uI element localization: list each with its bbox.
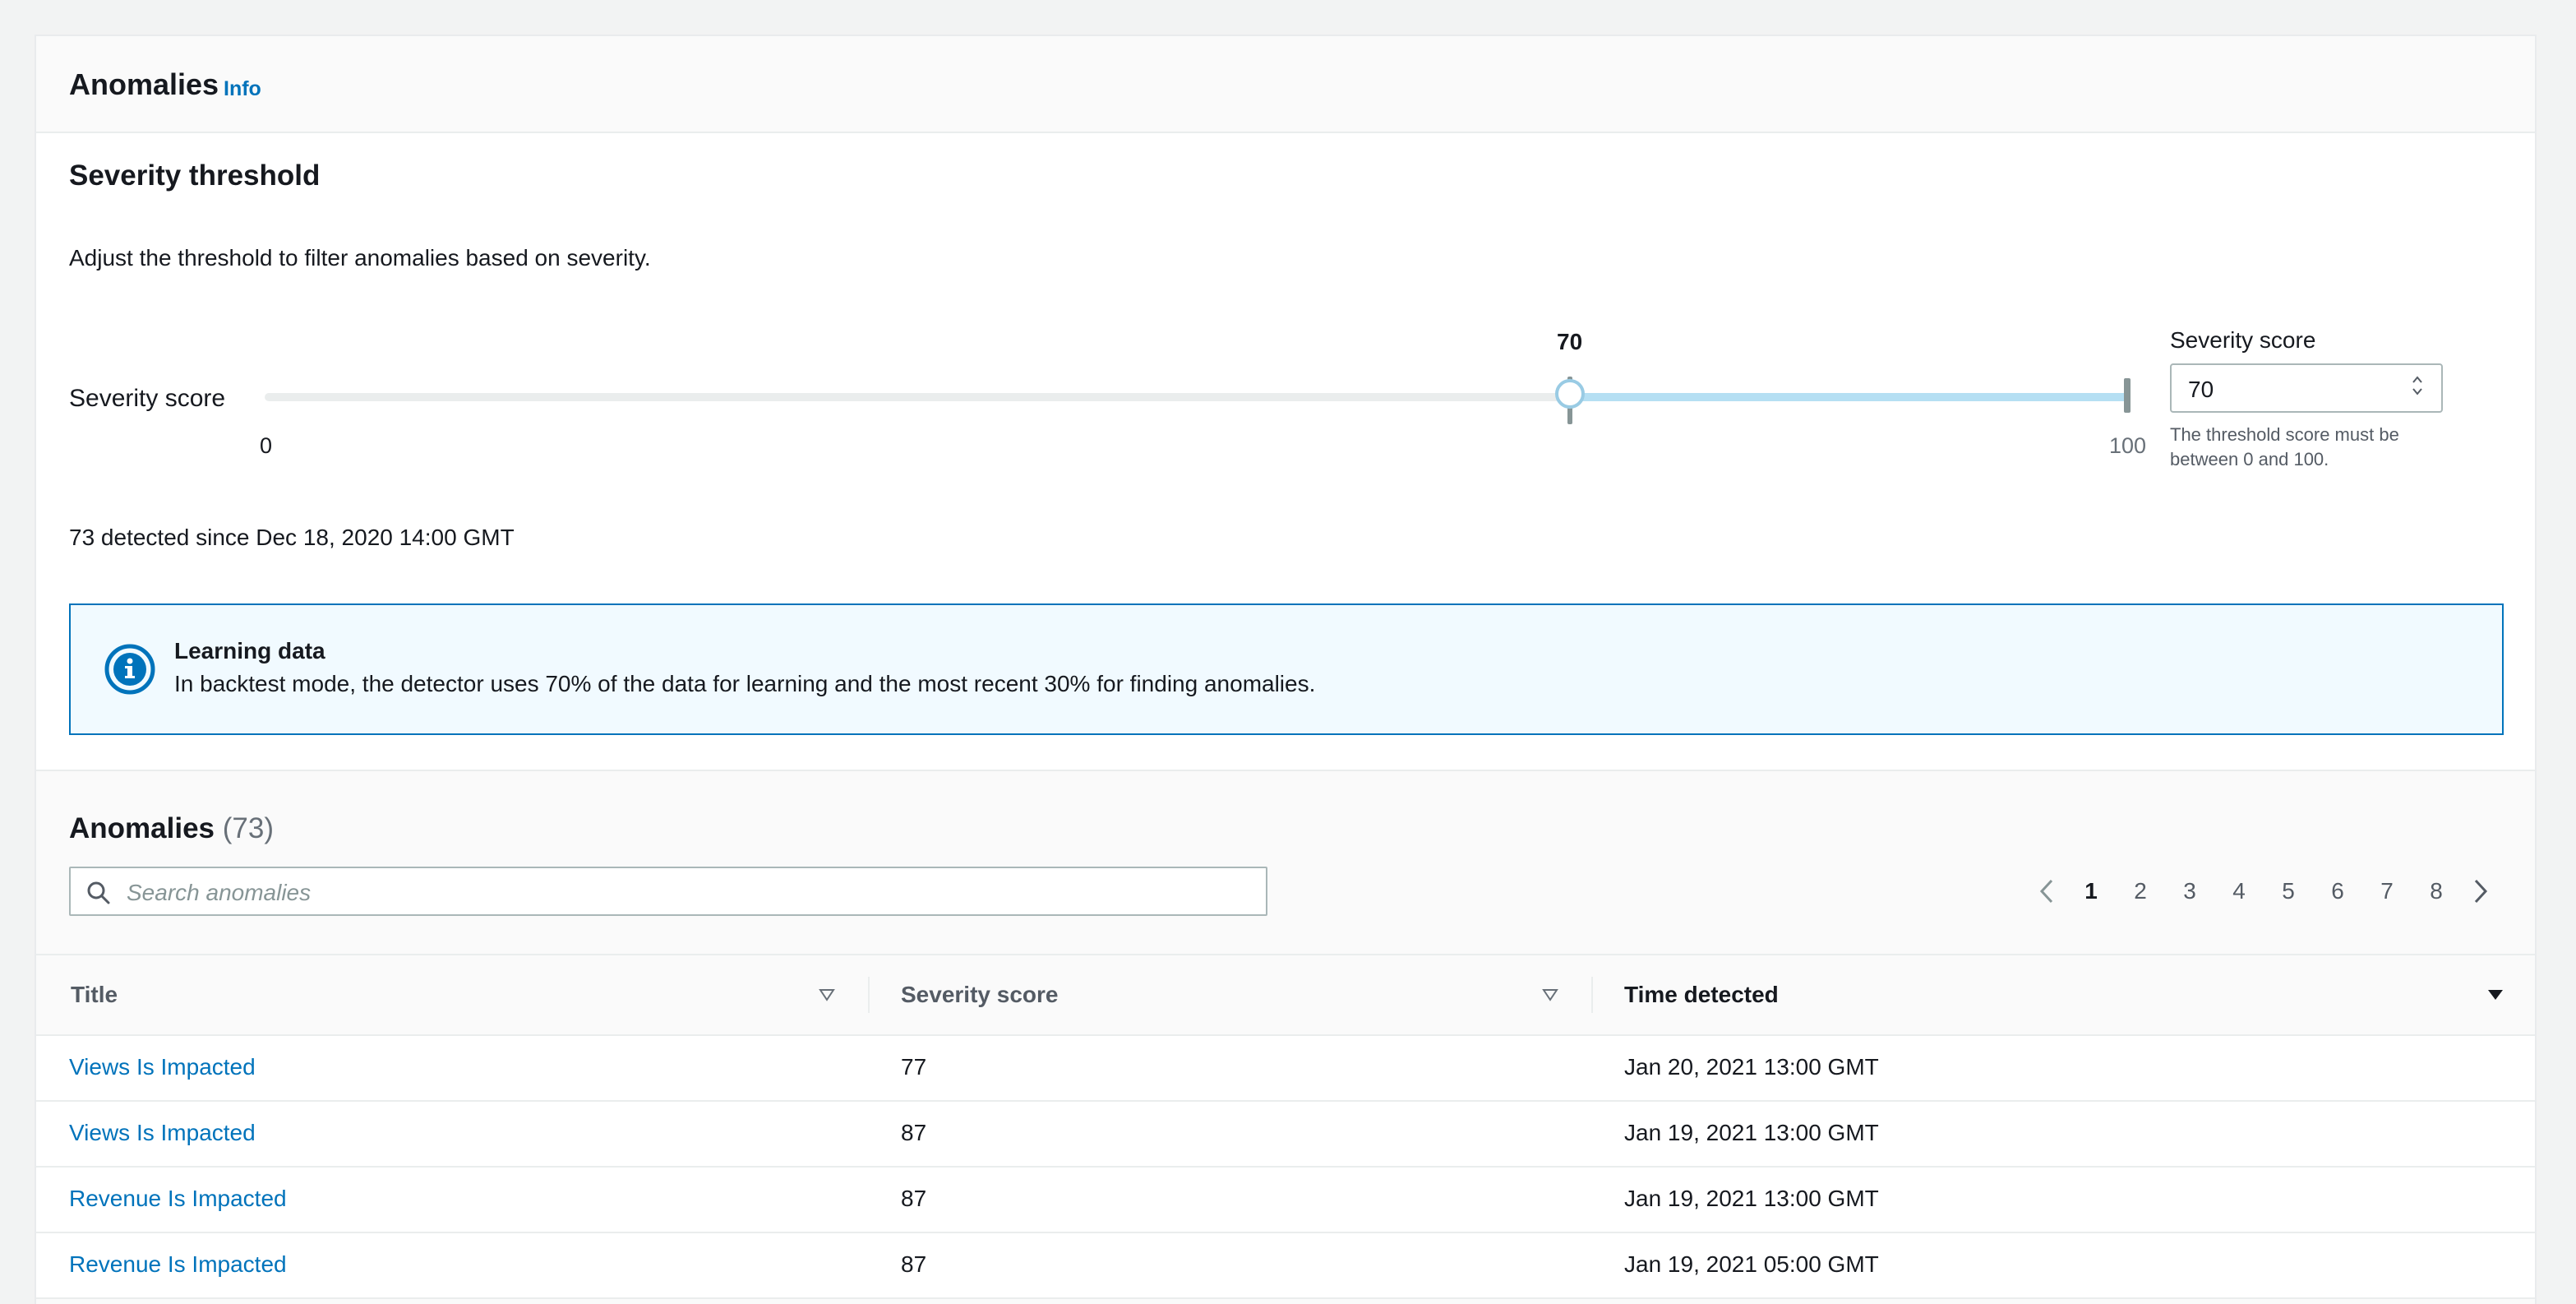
time-detected-cell: Jan 19, 2021 05:00 GMT [1624, 1251, 1879, 1277]
slider-thumb[interactable] [1554, 379, 1585, 409]
anomaly-title-link[interactable]: Views Is Impacted [69, 1120, 256, 1146]
table-row: Views Is Impacted 87 Jan 19, 2021 13:00 … [36, 1102, 2535, 1168]
search-input[interactable]: Search anomalies [69, 867, 1267, 916]
search-placeholder: Search anomalies [127, 880, 312, 905]
severity-score-cell: 87 [901, 1120, 927, 1145]
page-1[interactable]: 1 [2066, 868, 2116, 914]
alert-title: Learning data [174, 638, 325, 664]
anomalies-table-container: Anomalies (73) Search anomalies 1 2 3 4 … [36, 770, 2535, 1304]
table-heading-title: Anomalies [69, 812, 215, 844]
column-header-severity-score[interactable]: Severity score [901, 955, 1058, 1034]
anomaly-title-link[interactable]: Revenue Is Impacted [69, 1186, 287, 1212]
table-body: Views Is Impacted 77 Jan 20, 2021 13:00 … [36, 1036, 2535, 1299]
pagination: 1 2 3 4 5 6 7 8 [2027, 868, 2500, 914]
time-detected-cell: Jan 19, 2021 13:00 GMT [1624, 1186, 1879, 1211]
page-6[interactable]: 6 [2313, 868, 2362, 914]
table-header: Title Severity score Time detected [36, 954, 2535, 1036]
table-row: Revenue Is Impacted 87 Jan 19, 2021 13:0… [36, 1168, 2535, 1233]
chevron-right-icon[interactable] [2461, 868, 2500, 914]
slider-value-label: 70 [1557, 329, 1583, 354]
sort-icon[interactable] [817, 985, 837, 1005]
page-4[interactable]: 4 [2214, 868, 2264, 914]
page-5[interactable]: 5 [2264, 868, 2313, 914]
slider-end-mark [2124, 378, 2131, 413]
severity-score-input[interactable]: 70 [2170, 363, 2443, 413]
severity-threshold-description: Adjust the threshold to filter anomalies… [69, 245, 651, 271]
page-8[interactable]: 8 [2412, 868, 2461, 914]
slider-label: Severity score [69, 385, 226, 412]
search-icon [85, 880, 112, 906]
anomalies-panel: Anomalies Info Severity threshold Adjust… [35, 35, 2537, 1304]
column-divider [1591, 977, 1593, 1013]
alert-body: In backtest mode, the detector uses 70% … [174, 671, 1316, 696]
table-heading-count: (73) [222, 812, 274, 844]
score-input-label: Severity score [2170, 327, 2316, 353]
slider-max-label: 100 [2109, 433, 2147, 458]
time-detected-cell: Jan 20, 2021 13:00 GMT [1624, 1054, 1879, 1080]
column-header-time-detected[interactable]: Time detected [1624, 955, 1779, 1034]
info-icon [104, 643, 156, 696]
panel-header: Anomalies Info [36, 36, 2535, 133]
chevron-left-icon[interactable] [2027, 868, 2066, 914]
severity-threshold-heading: Severity threshold [69, 160, 321, 192]
time-detected-cell: Jan 19, 2021 13:00 GMT [1624, 1120, 1879, 1145]
page-7[interactable]: 7 [2362, 868, 2412, 914]
severity-score-cell: 87 [901, 1251, 927, 1277]
stepper-icon[interactable] [2412, 375, 2423, 396]
severity-slider[interactable] [265, 377, 2131, 424]
learning-data-alert: Learning data In backtest mode, the dete… [69, 603, 2504, 735]
detected-count-text: 73 detected since Dec 18, 2020 14:00 GMT [69, 525, 515, 550]
page-title: Anomalies [69, 67, 219, 101]
table-row: Revenue Is Impacted 87 Jan 19, 2021 05:0… [36, 1233, 2535, 1299]
info-link[interactable]: Info [224, 77, 261, 101]
score-input-value[interactable]: 70 [2188, 377, 2214, 403]
table-row: Views Is Impacted 77 Jan 20, 2021 13:00 … [36, 1036, 2535, 1102]
slider-min-label: 0 [260, 433, 273, 458]
column-divider [868, 977, 870, 1013]
severity-score-cell: 77 [901, 1054, 927, 1080]
page-3[interactable]: 3 [2165, 868, 2214, 914]
anomaly-title-link[interactable]: Views Is Impacted [69, 1054, 256, 1080]
sort-descending-icon[interactable] [2486, 985, 2505, 1005]
page-2[interactable]: 2 [2116, 868, 2165, 914]
anomaly-title-link[interactable]: Revenue Is Impacted [69, 1251, 287, 1278]
column-header-title[interactable]: Title [71, 955, 118, 1034]
table-heading: Anomalies (73) [69, 812, 274, 845]
severity-score-cell: 87 [901, 1186, 927, 1211]
slider-fill [1569, 393, 2129, 401]
score-input-hint: The threshold score must be between 0 an… [2170, 424, 2399, 469]
sort-icon[interactable] [1540, 985, 1560, 1005]
